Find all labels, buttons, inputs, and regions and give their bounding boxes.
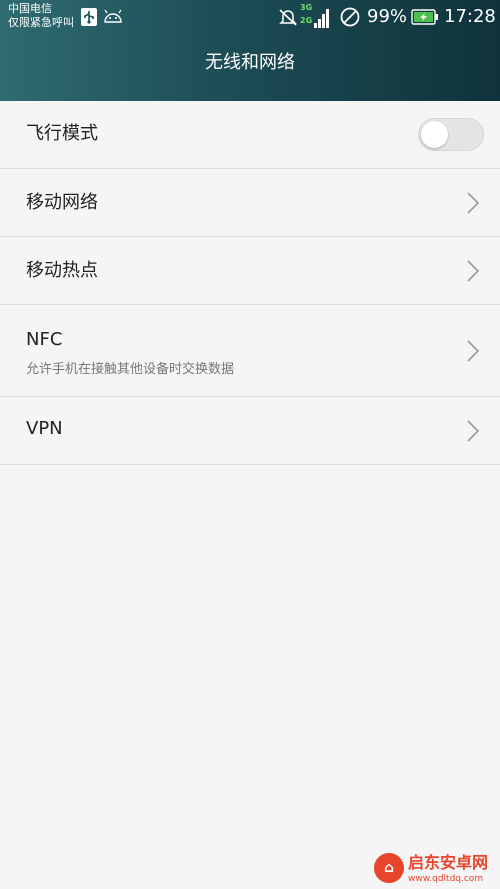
nfc-label: NFC (26, 329, 63, 350)
network-type-top: 3G (300, 3, 313, 12)
battery-percent: 99% (367, 6, 408, 27)
vpn-row[interactable]: VPN (0, 397, 500, 465)
clock: 17:28 (444, 6, 496, 27)
settings-list: 飞行模式 移动网络 移动热点 NFC 允许手机在接触其他设备时交换数据 VPN (0, 101, 500, 465)
watermark-url: www.qdltdq.com (408, 874, 484, 884)
airplane-mode-label: 飞行模式 (26, 123, 98, 144)
toggle-knob (421, 121, 448, 148)
usb-icon (80, 7, 98, 27)
mobile-hotspot-label: 移动热点 (26, 260, 98, 281)
watermark-name: 启东安卓网 (408, 853, 489, 872)
carrier-info: 中国电信 仅限紧急呼叫 (8, 2, 74, 30)
nfc-description: 允许手机在接触其他设备时交换数据 (26, 362, 235, 377)
mobile-hotspot-row[interactable]: 移动热点 (0, 237, 500, 305)
chevron-right-icon (467, 192, 480, 214)
watermark-logo-icon: ⌂ (374, 853, 404, 883)
mute-icon (278, 7, 298, 27)
network-type-bottom: 2G (300, 16, 313, 25)
status-bar: 中国电信 仅限紧急呼叫 3G 2G 99% 17:28 (0, 0, 500, 34)
android-icon (102, 7, 124, 27)
page-title: 无线和网络 (205, 52, 295, 73)
airplane-mode-toggle[interactable] (418, 118, 484, 151)
airplane-mode-row[interactable]: 飞行模式 (0, 101, 500, 169)
watermark: ⌂ 启东安卓网 www.qdltdq.com (368, 845, 500, 889)
mobile-network-label: 移动网络 (26, 192, 98, 213)
carrier-status: 仅限紧急呼叫 (8, 16, 74, 29)
no-disturb-icon (339, 7, 361, 27)
nfc-row[interactable]: NFC 允许手机在接触其他设备时交换数据 (0, 305, 500, 397)
mobile-network-row[interactable]: 移动网络 (0, 169, 500, 237)
signal-icon: 3G 2G (300, 3, 332, 31)
carrier-name: 中国电信 (8, 2, 52, 15)
chevron-right-icon (467, 340, 480, 362)
chevron-right-icon (467, 260, 480, 282)
vpn-label: VPN (26, 418, 63, 439)
chevron-right-icon (467, 420, 480, 442)
battery-charging-icon (411, 7, 439, 27)
app-header: 中国电信 仅限紧急呼叫 3G 2G 99% 17:28 无线和网络 (0, 0, 500, 101)
